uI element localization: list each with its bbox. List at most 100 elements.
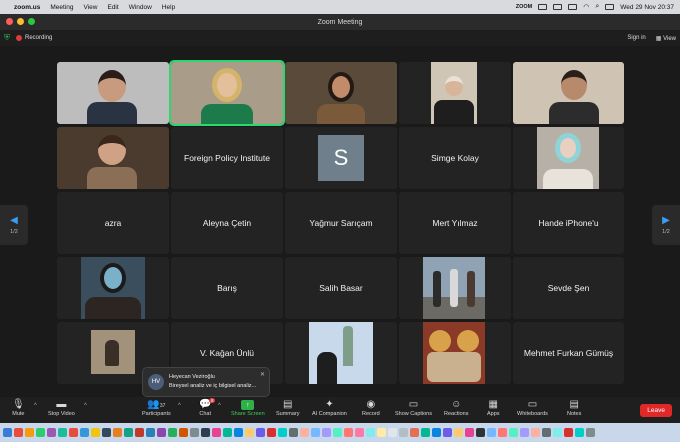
dock-app-icon[interactable]: [377, 428, 386, 437]
dock-app-icon[interactable]: [124, 428, 133, 437]
chevron-up-icon[interactable]: ^: [34, 403, 37, 409]
video-tile[interactable]: [513, 62, 624, 124]
dock-app-icon[interactable]: [322, 428, 331, 437]
dock-app-icon[interactable]: [388, 428, 397, 437]
control-center-icon[interactable]: [605, 4, 615, 10]
participant-avatar-tile[interactable]: S: [285, 127, 397, 189]
dock-app-icon[interactable]: [47, 428, 56, 437]
video-tile[interactable]: [399, 322, 511, 384]
dock-app-icon[interactable]: [278, 428, 287, 437]
dock-app-icon[interactable]: [256, 428, 265, 437]
view-button[interactable]: ▦ View: [656, 35, 676, 42]
chat-notification[interactable]: HV Heyecan Veziroğlu Bireysel analiz ve …: [142, 367, 270, 397]
record-button[interactable]: ◉ Record: [362, 399, 380, 417]
participant-name-tile[interactable]: azra: [57, 192, 169, 254]
dock-app-icon[interactable]: [146, 428, 155, 437]
share-screen-button[interactable]: ↑ Share Screen: [231, 399, 265, 417]
stop-video-button[interactable]: ▬ Stop Video: [48, 399, 75, 417]
participant-name-tile[interactable]: Foreign Policy Institute: [171, 127, 283, 189]
dock-app-icon[interactable]: [564, 428, 573, 437]
video-tile[interactable]: [513, 127, 624, 189]
previous-page-button[interactable]: ◀ 1/2: [0, 205, 28, 245]
video-tile[interactable]: [57, 257, 169, 319]
dock-app-icon[interactable]: [366, 428, 375, 437]
menu-meeting[interactable]: Meeting: [50, 4, 73, 11]
dock-app-icon[interactable]: [410, 428, 419, 437]
dock-app-icon[interactable]: [553, 428, 562, 437]
dock-app-icon[interactable]: [58, 428, 67, 437]
chevron-up-icon[interactable]: ^: [178, 403, 181, 409]
dock-app-icon[interactable]: [80, 428, 89, 437]
dock-app-icon[interactable]: [179, 428, 188, 437]
dock-app-icon[interactable]: [399, 428, 408, 437]
video-tile[interactable]: [57, 127, 169, 189]
menubar-icon[interactable]: [553, 4, 563, 10]
minimize-window-button[interactable]: [17, 18, 24, 25]
mute-button[interactable]: 🎙 Mute: [12, 399, 25, 417]
dock-app-icon[interactable]: [344, 428, 353, 437]
dock-app-icon[interactable]: [487, 428, 496, 437]
zoom-window-button[interactable]: [28, 18, 35, 25]
dock-app-icon[interactable]: [355, 428, 364, 437]
video-tile[interactable]: [285, 62, 397, 124]
sign-in-button[interactable]: Sign in: [627, 35, 645, 41]
dock-app-icon[interactable]: [476, 428, 485, 437]
dock-app-icon[interactable]: [509, 428, 518, 437]
dock-app-icon[interactable]: [91, 428, 100, 437]
next-page-button[interactable]: ▶ 1/2: [652, 205, 680, 245]
dock-app-icon[interactable]: [157, 428, 166, 437]
dock-app-icon[interactable]: [333, 428, 342, 437]
dock-app-icon[interactable]: [168, 428, 177, 437]
summary-button[interactable]: ▤ Summary: [276, 399, 300, 417]
dock-app-icon[interactable]: [14, 428, 23, 437]
menu-edit[interactable]: Edit: [107, 4, 118, 11]
dock-app-icon[interactable]: [443, 428, 452, 437]
dock-app-icon[interactable]: [69, 428, 78, 437]
video-tile[interactable]: [399, 62, 511, 124]
dock-app-icon[interactable]: [300, 428, 309, 437]
search-icon[interactable]: ⌕: [595, 3, 599, 11]
recording-label[interactable]: Recording: [25, 35, 52, 41]
participant-name-tile[interactable]: Sevde Şen: [513, 257, 624, 319]
participant-name-tile[interactable]: Hande iPhone'u: [513, 192, 624, 254]
clock-text[interactable]: Wed 29 Nov 20:37: [620, 4, 674, 11]
dock-app-icon[interactable]: [498, 428, 507, 437]
menu-view[interactable]: View: [84, 4, 98, 11]
dock-app-icon[interactable]: [36, 428, 45, 437]
video-tile[interactable]: [399, 257, 511, 319]
dock-app-icon[interactable]: [421, 428, 430, 437]
participant-name-tile[interactable]: Mert Yılmaz: [399, 192, 511, 254]
close-icon[interactable]: ✕: [260, 371, 265, 378]
finder-icon[interactable]: [3, 428, 12, 437]
dock-app-icon[interactable]: [432, 428, 441, 437]
dock-app-icon[interactable]: [201, 428, 210, 437]
dock-app-icon[interactable]: [25, 428, 34, 437]
close-window-button[interactable]: [6, 18, 13, 25]
wifi-icon[interactable]: ◠: [583, 3, 589, 11]
dock-app-icon[interactable]: [531, 428, 540, 437]
apps-button[interactable]: ▦ Apps: [487, 399, 500, 417]
chat-button[interactable]: 💬 8 Chat: [199, 398, 216, 417]
menu-app[interactable]: zoom.us: [14, 4, 40, 11]
dock-app-icon[interactable]: [245, 428, 254, 437]
dock-app-icon[interactable]: [465, 428, 474, 437]
dock-app-icon[interactable]: [234, 428, 243, 437]
video-tile-active-speaker[interactable]: [169, 60, 285, 126]
dock-app-icon[interactable]: [542, 428, 551, 437]
participant-name-tile[interactable]: Barış: [171, 257, 283, 319]
menu-window[interactable]: Window: [129, 4, 152, 11]
reactions-button[interactable]: ☺ Reactions: [444, 399, 468, 417]
video-tile[interactable]: [57, 62, 169, 124]
dock-app-icon[interactable]: [190, 428, 199, 437]
menubar-icon[interactable]: [538, 4, 548, 10]
trash-icon[interactable]: [586, 428, 595, 437]
dock-app-icon[interactable]: [311, 428, 320, 437]
dock-app-icon[interactable]: [575, 428, 584, 437]
whiteboards-button[interactable]: ▭ Whiteboards: [517, 399, 548, 417]
show-captions-button[interactable]: ▭ Show Captions: [395, 399, 432, 417]
participant-name-tile[interactable]: Simge Kolay: [399, 127, 511, 189]
video-tile[interactable]: [285, 322, 397, 384]
dock-app-icon[interactable]: [135, 428, 144, 437]
shield-icon[interactable]: ⛨: [4, 33, 10, 43]
participants-button[interactable]: 👥37 Participants: [142, 399, 171, 417]
